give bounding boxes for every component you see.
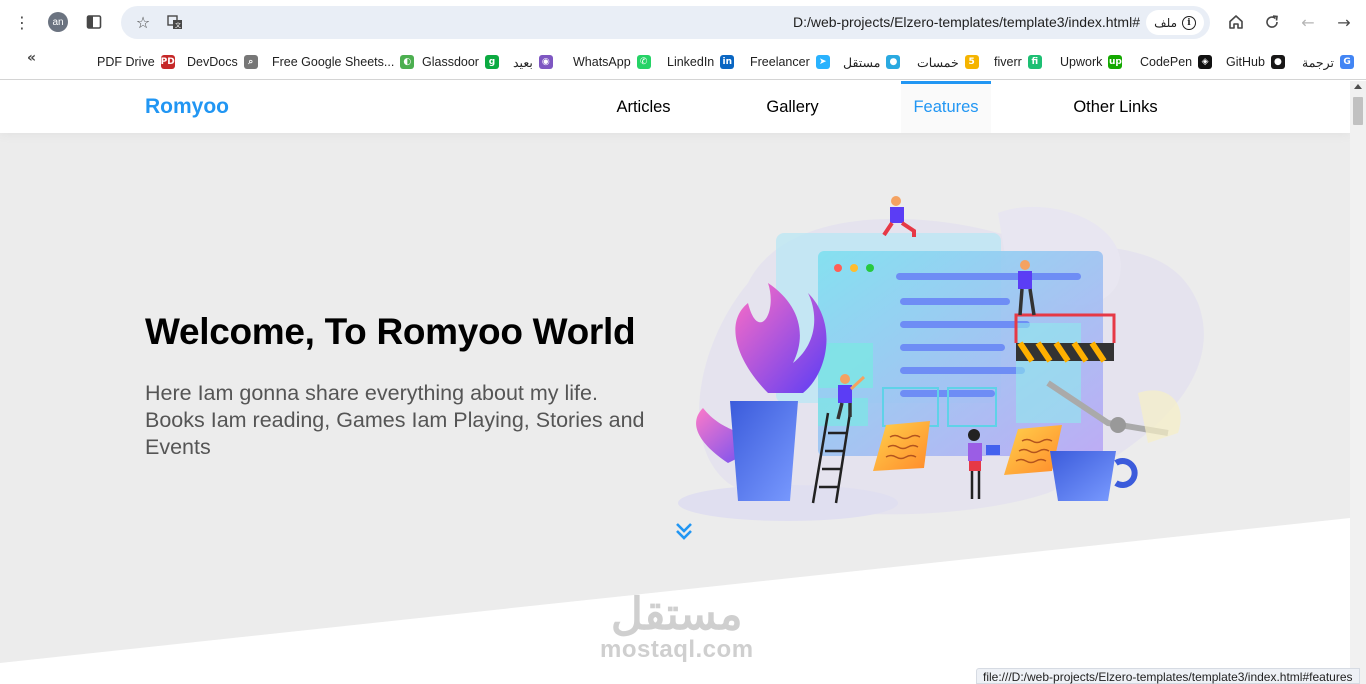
home-icon[interactable] <box>1224 10 1248 34</box>
glassdoor-icon: g <box>484 55 499 69</box>
pdfdrive-icon: PD <box>160 55 175 69</box>
freelancer-icon: ➤ <box>815 55 830 69</box>
page-viewport: Romyoo Articles Gallery Features Other L… <box>0 81 1350 684</box>
nav-other-links[interactable]: Other Links <box>1058 81 1173 133</box>
bookmark-item[interactable]: fiverr fi <box>994 52 1042 72</box>
hero-title: Welcome, To Romyoo World <box>145 311 636 352</box>
bookmark-label: ترجمة <box>1302 55 1335 70</box>
github-icon: ● <box>1270 55 1285 69</box>
scroll-thumb[interactable] <box>1353 97 1363 125</box>
status-bar-url: file:///D:/web-projects/Elzero-templates… <box>976 668 1360 684</box>
hero-illustration <box>678 196 1204 521</box>
bookmark-label: PDF Drive <box>97 55 155 69</box>
nav-articles[interactable]: Articles <box>595 81 692 133</box>
site-logo[interactable]: Romyoo <box>145 95 229 119</box>
back-arrow-icon[interactable]: ← <box>1296 10 1320 34</box>
bookmark-label: fiverr <box>994 55 1022 69</box>
baeed-icon: ◉ <box>538 55 553 69</box>
site-info-chip[interactable]: ملف i <box>1146 10 1204 35</box>
mostaql-icon: ● <box>886 55 901 69</box>
site-info-label: ملف <box>1154 15 1177 30</box>
translate-icon: G <box>1340 55 1355 69</box>
sheets-icon: ◐ <box>400 55 415 69</box>
bookmark-label: GitHub <box>1226 55 1265 69</box>
bookmark-label: CodePen <box>1140 55 1193 69</box>
bookmark-item[interactable]: خمسات 5 <box>917 52 979 72</box>
bookmark-item[interactable]: بعيد ◉ <box>513 52 553 72</box>
bookmarks-overflow-icon[interactable]: « <box>27 50 36 66</box>
menu-dots-icon[interactable]: ⋮ <box>10 10 34 34</box>
reload-icon[interactable] <box>1260 10 1284 34</box>
bookmark-label: Freelancer <box>750 55 810 69</box>
bookmark-label: مستقل <box>843 55 881 70</box>
whatsapp-icon: ✆ <box>636 55 651 69</box>
bookmark-item[interactable]: GitHub ● <box>1226 52 1285 72</box>
sidebar-toggle-icon[interactable] <box>82 10 106 34</box>
bookmark-item[interactable]: مستقل ● <box>843 52 901 72</box>
khamsat-icon: 5 <box>964 55 979 69</box>
watermark-latin: mostaql.com <box>600 636 754 663</box>
bookmark-item[interactable]: Freelancer ➤ <box>750 52 830 72</box>
nav-gallery[interactable]: Gallery <box>744 81 841 133</box>
bookmark-label: Upwork <box>1060 55 1103 69</box>
bookmark-item[interactable]: DevDocs ⌕ <box>187 52 258 72</box>
forward-arrow-icon[interactable]: → <box>1332 10 1356 34</box>
profile-avatar[interactable]: an <box>48 12 68 32</box>
bookmark-label: DevDocs <box>187 55 238 69</box>
bookmark-item[interactable]: Upwork up <box>1060 52 1123 72</box>
bookmark-item[interactable]: PDF Drive PD <box>97 52 175 72</box>
upwork-icon: up <box>1108 55 1123 69</box>
bookmark-item[interactable]: Glassdoor g <box>422 52 499 72</box>
devdocs-icon: ⌕ <box>243 55 258 69</box>
translate-page-icon[interactable]: 文 <box>163 10 187 34</box>
site-header: Romyoo Articles Gallery Features Other L… <box>0 81 1350 133</box>
bookmark-label: Free Google Sheets... <box>272 55 395 69</box>
svg-text:文: 文 <box>175 22 181 30</box>
address-bar[interactable]: ☆ 文 D:/web-projects/Elzero-templates/tem… <box>121 6 1210 39</box>
browser-toolbar: ⋮ an ☆ 文 D:/web-projects/Elzero-template… <box>0 0 1366 44</box>
bookmark-label: خمسات <box>917 55 959 70</box>
watermark-arabic: مستقل <box>610 590 743 639</box>
scroll-up-icon[interactable] <box>1354 84 1362 89</box>
bookmark-label: WhatsApp <box>573 55 631 69</box>
go-down-chevron-icon[interactable] <box>674 521 694 541</box>
bookmark-item[interactable]: Free Google Sheets... ◐ <box>272 52 415 72</box>
bookmark-label: LinkedIn <box>667 55 715 69</box>
linkedin-icon: in <box>720 55 735 69</box>
bookmark-label: بعيد <box>513 55 533 70</box>
bookmark-label: Glassdoor <box>422 55 479 69</box>
bookmark-star-icon[interactable]: ☆ <box>131 10 155 34</box>
hero-text: Here Iam gonna share everything about my… <box>145 381 645 459</box>
nav-features[interactable]: Features <box>901 81 991 133</box>
bookmark-item[interactable]: WhatsApp ✆ <box>573 52 651 72</box>
url-text: D:/web-projects/Elzero-templates/templat… <box>792 14 1140 30</box>
bookmark-item[interactable]: LinkedIn in <box>667 52 735 72</box>
bookmark-item[interactable]: CodePen ◈ <box>1140 52 1213 72</box>
page-scrollbar[interactable] <box>1350 81 1366 684</box>
codepen-icon: ◈ <box>1198 55 1213 69</box>
fiverr-icon: fi <box>1027 55 1042 69</box>
info-icon: i <box>1182 15 1196 30</box>
bookmark-item[interactable]: ترجمة G <box>1302 52 1355 72</box>
mostaql-watermark: مستقل mostaql.com <box>600 593 754 663</box>
